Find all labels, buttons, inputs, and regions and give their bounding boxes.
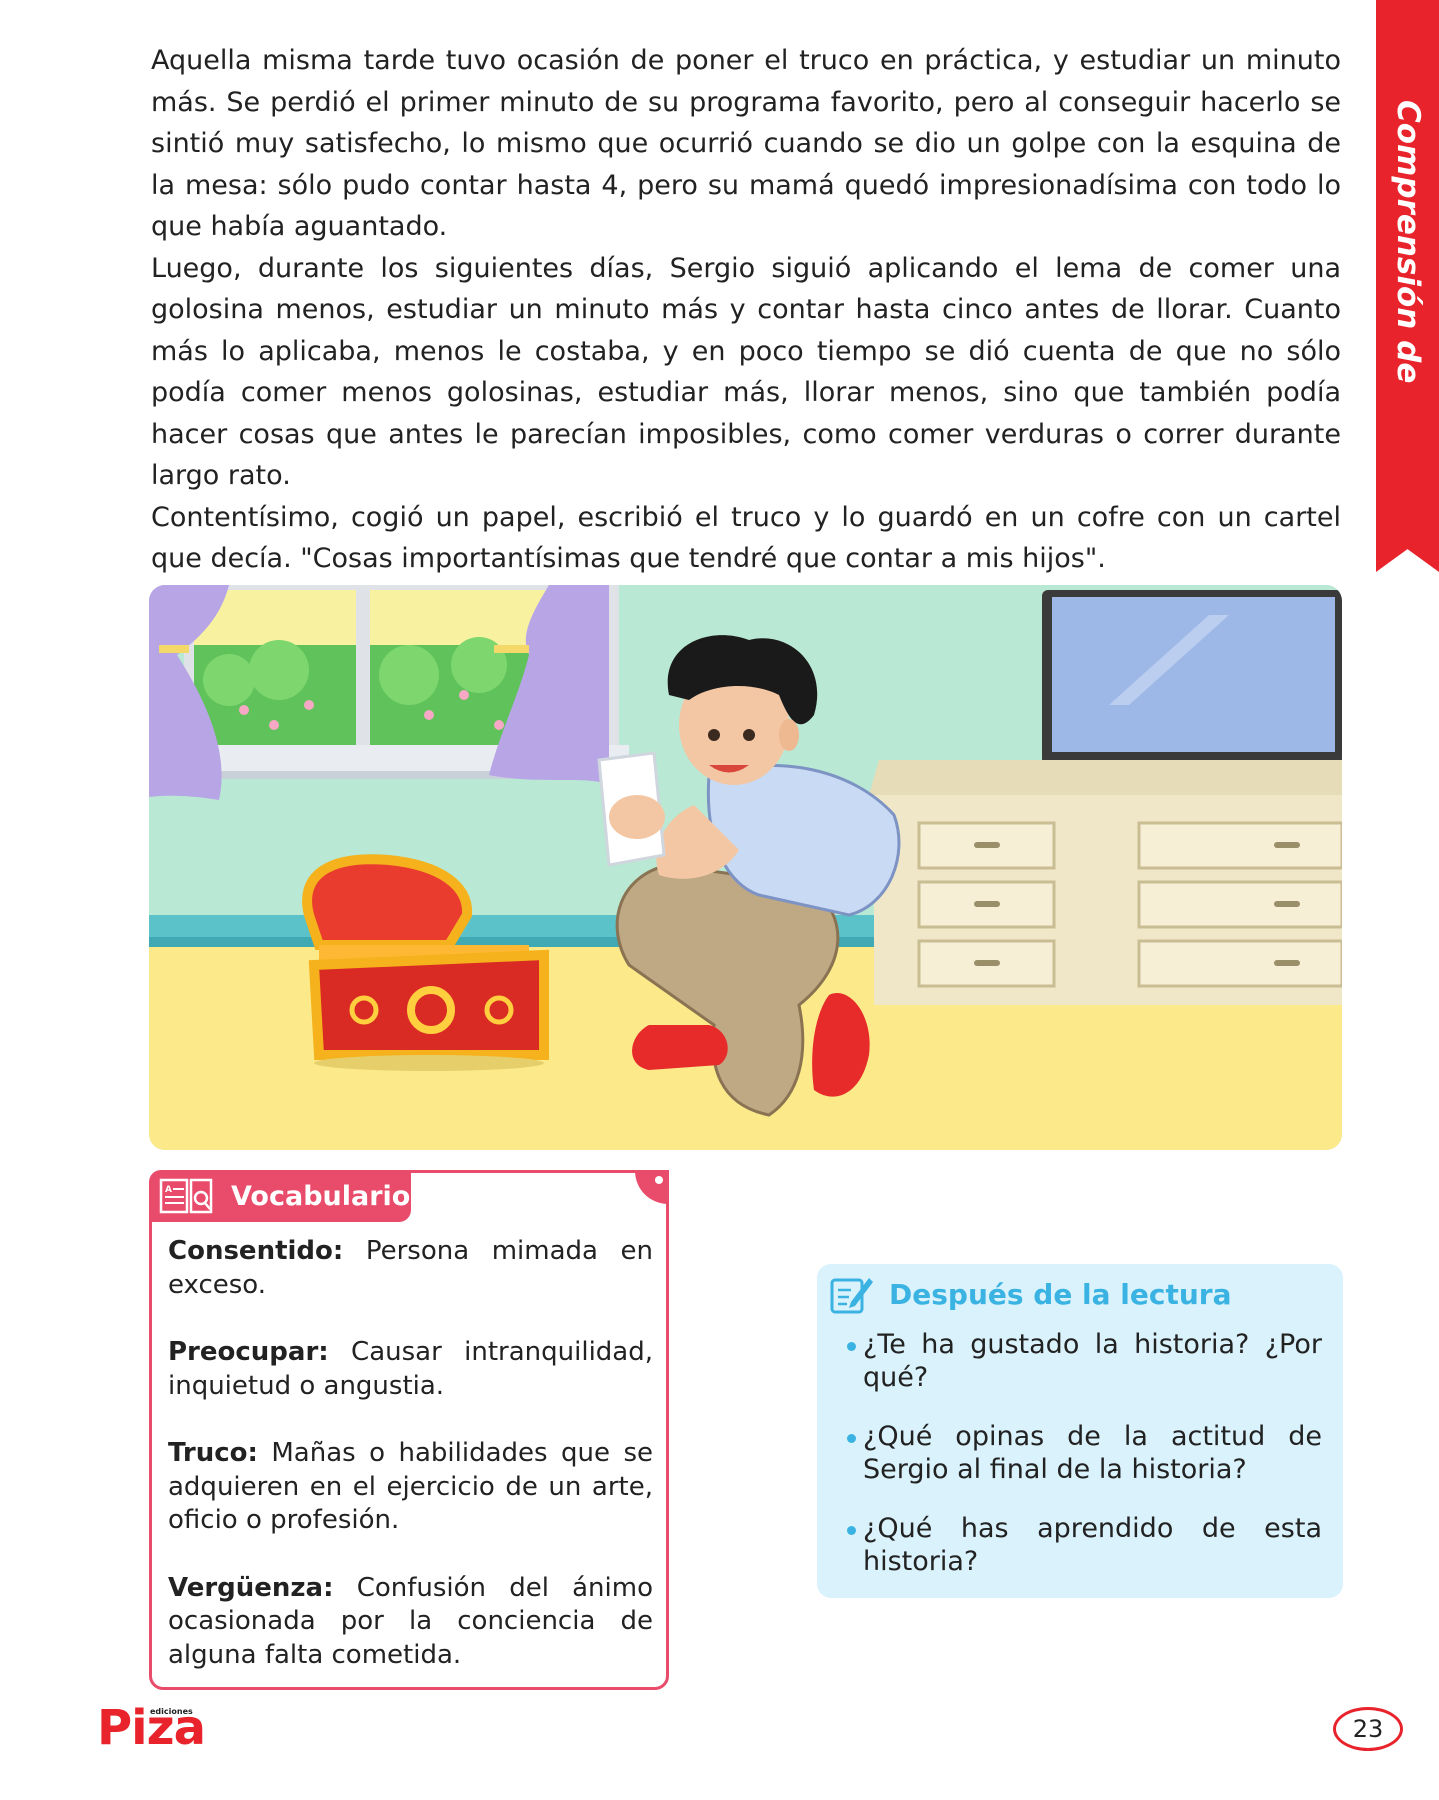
after-reading-box: Después de la lectura ¿Te ha gustado la … [817,1264,1343,1598]
story-illustration [149,585,1342,1150]
vocabulary-box: A Vocabulario Consentido: Persona mimada… [149,1170,669,1690]
story-paragraph-2: Luego, durante los siguientes días, Serg… [151,252,1341,492]
vocabulary-title: Vocabulario [231,1181,411,1212]
notepad-pencil-icon [830,1278,873,1314]
vocabulary-item: Truco: Mañas o habilidades que se adquie… [168,1437,653,1538]
svg-text:A: A [165,1185,172,1195]
dictionary-icon: A [159,1178,213,1214]
vocabulary-term: Vergüenza: [168,1572,334,1603]
story-paragraph-1: Aquella misma tarde tuvo ocasión de pone… [151,45,1341,242]
publisher-logo-small: ediciones [150,1707,193,1716]
question-list: ¿Te ha gustado la historia? ¿Por qué? ¿Q… [847,1328,1322,1604]
bullet-icon [847,1342,856,1351]
page-number: 23 [1333,1707,1403,1751]
vocabulary-term: Preocupar: [168,1337,329,1367]
question-item: ¿Qué opinas de la actitud de Sergio al f… [847,1420,1322,1486]
question-item: ¿Te ha gustado la historia? ¿Por qué? [847,1328,1322,1394]
question-item: ¿Qué has aprendido de esta historia? [847,1512,1322,1578]
story-paragraph-3: Contentísimo, cogió un papel, escribió e… [151,501,1341,575]
bullet-icon [847,1434,856,1443]
question-text: ¿Qué has aprendido de esta historia? [863,1513,1322,1577]
after-reading-title: Después de la lectura [889,1278,1232,1311]
vocabulary-term: Truco: [168,1438,258,1468]
question-text: ¿Qué opinas de la actitud de Sergio al f… [863,1421,1322,1485]
section-ribbon-label: Comprensión de textos [1335,100,1426,384]
corner-decoration [635,1170,669,1204]
vocabulary-header: A Vocabulario [149,1170,411,1222]
vocabulary-item: Preocupar: Causar intranquilidad, inquie… [168,1336,653,1403]
dresser [869,760,1342,1005]
vocabulary-term: Consentido: [168,1236,344,1266]
bullet-icon [847,1526,856,1535]
story-text: Aquella misma tarde tuvo ocasión de pone… [151,40,1341,580]
vocabulary-item: Consentido: Persona mimada en exceso. [168,1235,653,1302]
vocabulary-list: Consentido: Persona mimada en exceso. Pr… [168,1235,653,1706]
vocabulary-item: Vergüenza: Confusión del ánimo ocasionad… [168,1572,653,1673]
question-text: ¿Te ha gustado la historia? ¿Por qué? [863,1329,1322,1393]
